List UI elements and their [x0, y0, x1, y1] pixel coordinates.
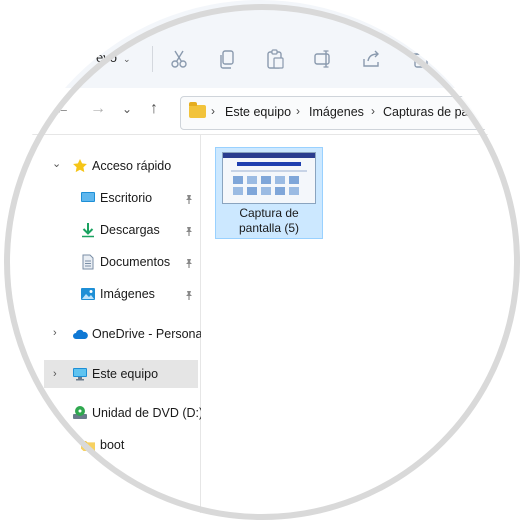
sidebar-item-escritorio[interactable]: Escritorio [78, 185, 196, 211]
file-list: Captura de pantalla (5) [201, 135, 520, 520]
sidebar-item-label: boot [100, 438, 125, 452]
file-name-line-2: pantalla (5) [238, 221, 300, 235]
dvd-icon [73, 406, 87, 419]
document-icon [82, 254, 94, 270]
sidebar-item-label: Unidad de DVD (D:) [92, 406, 204, 420]
sidebar-item-este-equipo[interactable]: › Este equipo [44, 360, 198, 388]
sidebar-item-descargas[interactable]: Descargas [78, 217, 196, 243]
navigation-pane: ⌄ Acceso rápido Escritorio Descargas Doc… [0, 135, 205, 520]
file-name: Captura de pantalla (5) [216, 206, 322, 236]
cloud-icon [73, 329, 88, 339]
star-icon [73, 159, 87, 173]
sidebar-item-label: Descargas [100, 223, 160, 237]
sidebar-item-documentos[interactable]: Documentos [78, 249, 196, 275]
copy-icon[interactable] [216, 48, 238, 70]
breadcrumb-capturas[interactable]: Capturas de pa [383, 105, 468, 119]
command-bar: evo ⌄ [0, 0, 520, 88]
sidebar-item-label: Escritorio [100, 191, 153, 205]
sidebar-item-acceso-rapido[interactable]: Acceso rápido [70, 153, 196, 179]
explorer-window: evo ⌄ ← → ⌄ ↑ › Este equipo › Imágenes ›… [0, 0, 520, 520]
new-button-label: evo [96, 50, 117, 65]
folder-icon [81, 441, 95, 451]
share-icon[interactable] [360, 48, 382, 70]
pin-icon[interactable] [184, 290, 194, 300]
folder-icon [189, 102, 206, 118]
up-arrow-icon[interactable]: ↑ [150, 100, 158, 118]
sidebar-item-boot[interactable]: boot [78, 432, 196, 458]
screenshot-thumbnail [222, 152, 316, 204]
sidebar-item-onedrive[interactable]: OneDrive - Personal [70, 321, 205, 347]
breadcrumb-separator-icon: › [296, 104, 300, 118]
delete-icon[interactable] [410, 48, 432, 70]
file-item[interactable]: Captura de pantalla (5) [215, 147, 323, 239]
address-bar[interactable]: › Este equipo › Imágenes › Capturas de p… [180, 96, 520, 130]
sidebar-item-label: Este equipo [92, 367, 159, 381]
pin-icon[interactable] [184, 194, 194, 204]
recent-locations-chevron-icon[interactable]: ⌄ [122, 102, 132, 116]
navigation-bar: ← → ⌄ ↑ › Este equipo › Imágenes › Captu… [0, 88, 520, 135]
sidebar-item-label: Documentos [100, 255, 171, 269]
image-icon [81, 288, 95, 300]
toolbar-divider [152, 46, 153, 72]
sidebar-item-imagenes[interactable]: Imágenes [78, 281, 196, 307]
paste-icon[interactable] [264, 48, 286, 70]
expand-chevron-icon[interactable]: › [53, 327, 57, 339]
expand-chevron-icon[interactable]: › [53, 360, 57, 388]
thumbnail-preview-image [223, 153, 315, 203]
chevron-down-icon: ⌄ [122, 54, 131, 64]
sidebar-item-dvd[interactable]: Unidad de DVD (D:) [70, 400, 204, 426]
sidebar-item-label: OneDrive - Personal [92, 327, 206, 341]
monitor-icon [73, 368, 87, 381]
breadcrumb-este-equipo[interactable]: Este equipo [225, 105, 291, 119]
sidebar-item-label: Imágenes [100, 287, 155, 301]
cut-icon[interactable] [168, 48, 190, 70]
back-arrow-icon[interactable]: ← [54, 100, 70, 118]
rename-icon[interactable] [312, 48, 334, 70]
pin-icon[interactable] [184, 258, 194, 268]
sidebar-item-label: Acceso rápido [92, 159, 172, 173]
collapse-chevron-icon[interactable]: ⌄ [53, 408, 62, 421]
breadcrumb-separator-icon: › [211, 104, 215, 118]
download-icon [82, 223, 94, 238]
breadcrumb-separator-icon: › [371, 104, 375, 118]
file-name-line-1: Captura de [239, 206, 299, 220]
collapse-chevron-icon[interactable]: ⌄ [52, 157, 61, 170]
pin-icon[interactable] [184, 226, 194, 236]
desktop-icon [81, 192, 95, 202]
new-button[interactable]: evo ⌄ [96, 50, 131, 65]
forward-arrow-icon[interactable]: → [90, 100, 106, 118]
breadcrumb-imagenes[interactable]: Imágenes [309, 105, 364, 119]
